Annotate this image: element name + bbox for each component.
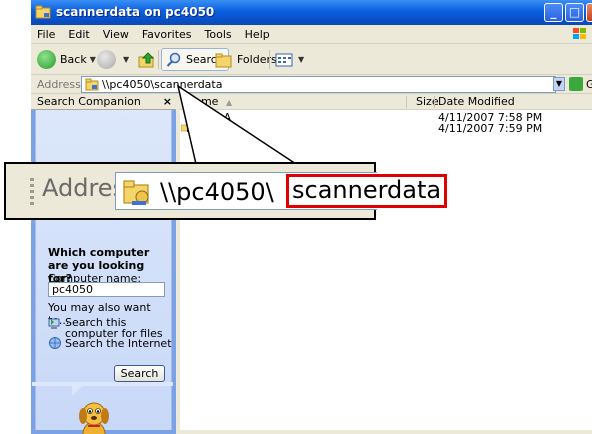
- menu-bar: File Edit View Favorites Tools Help: [31, 25, 592, 44]
- internet-search-icon: [49, 337, 61, 349]
- search-dog-icon[interactable]: [74, 398, 114, 434]
- network-folder-icon: [35, 5, 51, 19]
- column-date-header[interactable]: Date Modified: [438, 95, 515, 108]
- search-companion-pane: Search Companion × Which computer are yo…: [31, 94, 176, 434]
- zoom-path-highlight: scannerdata: [286, 174, 448, 208]
- views-icon: [275, 53, 293, 66]
- views-button[interactable]: ▼: [275, 48, 304, 71]
- file-name: ProjectB: [186, 122, 232, 135]
- column-divider[interactable]: [434, 96, 435, 108]
- menu-tools[interactable]: Tools: [205, 28, 232, 41]
- column-name-header[interactable]: Name ▲: [186, 95, 232, 108]
- address-value: \\pc4050\scannerdata: [102, 78, 223, 91]
- forward-arrow-icon: [97, 50, 116, 69]
- folders-label: Folders: [237, 53, 277, 66]
- computer-name-input[interactable]: pc4050: [48, 282, 165, 297]
- forward-dropdown-icon[interactable]: ▼: [123, 55, 129, 64]
- up-folder-button[interactable]: [138, 48, 156, 71]
- menu-view[interactable]: View: [103, 28, 129, 41]
- windows-logo-icon: [573, 28, 586, 39]
- address-input[interactable]: \\pc4050\scannerdata: [81, 76, 556, 93]
- folders-icon: [215, 53, 232, 67]
- search-companion-header: Search Companion ×: [31, 94, 176, 110]
- title-bar[interactable]: scannerdata on pc4050 _ □ ×: [31, 0, 592, 25]
- search-submit-button[interactable]: Search: [114, 365, 165, 382]
- up-folder-icon: [138, 51, 155, 67]
- menu-file[interactable]: File: [37, 28, 55, 41]
- column-divider[interactable]: [406, 96, 407, 108]
- speech-bubble-tail: [32, 382, 173, 396]
- go-label: Go: [586, 77, 592, 91]
- folders-button[interactable]: Folders: [215, 48, 277, 71]
- zoom-path-prefix: \\pc4050\: [160, 178, 274, 206]
- column-name-label: Name: [186, 95, 219, 108]
- address-zoom-callout: Address \\pc4050\ scannerdata: [4, 162, 448, 220]
- column-size-header[interactable]: Size: [416, 95, 439, 108]
- forward-button[interactable]: ▼: [97, 48, 129, 71]
- search-icon: [166, 52, 181, 67]
- toolbar-separator: [158, 50, 159, 69]
- toolbar: Back ▼ ▼ Search Folders ▼: [31, 44, 592, 75]
- zoom-address-field: \\pc4050\ scannerdata: [115, 172, 448, 210]
- search-internet-link-text: Search the Internet: [65, 336, 172, 350]
- network-folder-icon: [123, 180, 149, 205]
- back-dropdown-icon[interactable]: ▼: [90, 55, 96, 64]
- search-companion-title: Search Companion: [37, 95, 141, 108]
- minimize-button[interactable]: _: [544, 3, 563, 22]
- search-internet-link[interactable]: Search the Internet: [48, 336, 172, 350]
- close-icon[interactable]: ×: [163, 94, 172, 109]
- address-label: Address: [37, 78, 81, 91]
- menu-edit[interactable]: Edit: [68, 28, 89, 41]
- address-dropdown-button[interactable]: ▼: [553, 77, 565, 91]
- maximize-button[interactable]: □: [565, 3, 584, 22]
- network-folder-icon: [85, 78, 99, 91]
- back-arrow-icon: [37, 50, 56, 69]
- back-label: Back: [60, 53, 87, 66]
- menu-help[interactable]: Help: [245, 28, 270, 41]
- explorer-window: scannerdata on pc4050 _ □ × File Edit Vi…: [0, 0, 592, 434]
- go-arrow-icon: [569, 77, 583, 91]
- file-list-header: Name ▲ Size Date Modified: [180, 94, 592, 110]
- computer-search-icon: [48, 318, 60, 329]
- menu-favorites[interactable]: Favorites: [142, 28, 192, 41]
- views-dropdown-icon[interactable]: ▼: [298, 55, 304, 64]
- address-bar: Address \\pc4050\scannerdata ▼ Go: [31, 75, 592, 94]
- search-companion-body: Which computer are you looking for? Comp…: [32, 110, 173, 434]
- back-button[interactable]: Back ▼: [37, 48, 96, 71]
- go-button[interactable]: Go: [569, 77, 592, 91]
- status-strip: [180, 430, 592, 434]
- window-title: scannerdata on pc4050: [56, 5, 215, 19]
- file-list: Name ▲ Size Date Modified ProjectA 4/11/…: [180, 94, 592, 434]
- file-row[interactable]: ProjectB 4/11/2007 7:59 PM: [180, 122, 592, 135]
- sort-ascending-icon: ▲: [225, 98, 233, 107]
- close-button[interactable]: ×: [586, 3, 592, 22]
- toolbar-separator: [269, 50, 270, 69]
- toolbar-grip: [30, 178, 34, 206]
- file-date: 4/11/2007 7:59 PM: [438, 122, 543, 135]
